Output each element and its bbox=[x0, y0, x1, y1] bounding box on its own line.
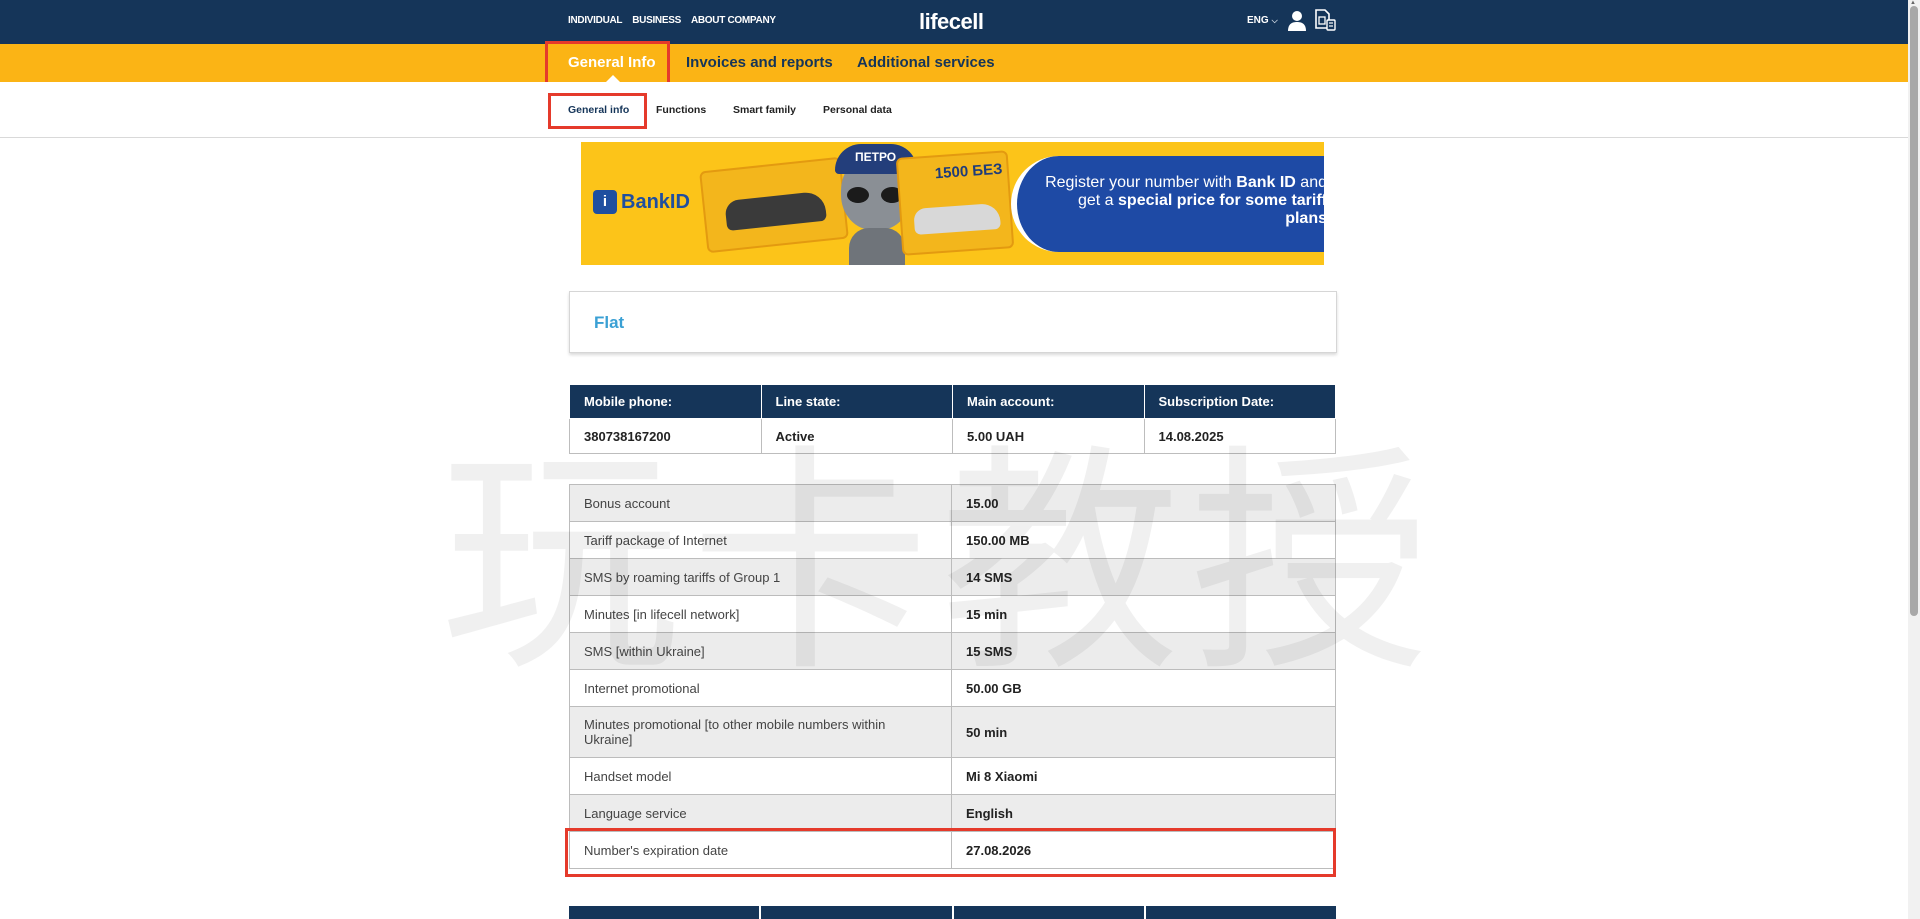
sub-nav-bar bbox=[0, 82, 1908, 138]
tab-additional-services[interactable]: Additional services bbox=[857, 44, 995, 82]
table-row: Bonus account 15.00 bbox=[569, 484, 1336, 522]
table-row: Minutes [in lifecell network] 15 min bbox=[569, 595, 1336, 633]
bankid-icon: i bbox=[593, 190, 617, 214]
user-icon[interactable] bbox=[1287, 10, 1307, 32]
balance-label: Language service bbox=[569, 794, 952, 832]
subscription-date-value: 14.08.2025 bbox=[1143, 418, 1336, 454]
balance-value: Mi 8 Xiaomi bbox=[951, 757, 1336, 795]
balance-value: 14 SMS bbox=[951, 558, 1336, 596]
expiration-date-label: Number's expiration date bbox=[569, 831, 952, 869]
table-row: 380738167200 Active 5.00 UAH 14.08.2025 bbox=[569, 418, 1336, 454]
table-row: Minutes promotional [to other mobile num… bbox=[569, 706, 1336, 758]
subtab-general-info[interactable]: General info bbox=[568, 104, 629, 116]
car-image-2 bbox=[913, 202, 1001, 235]
banner-promo-text-box: Register your number with Bank ID and ge… bbox=[1011, 156, 1324, 252]
balance-label: SMS [within Ukraine] bbox=[569, 632, 952, 670]
balance-label: SMS by roaming tariffs of Group 1 bbox=[569, 558, 952, 596]
balance-value: 15 min bbox=[951, 595, 1336, 633]
bankid-logo: i BankID bbox=[593, 190, 690, 214]
table-header-row: Mobile phone: Line state: Main account: … bbox=[569, 384, 1336, 419]
balance-value: English bbox=[951, 794, 1336, 832]
mobile-phone-value: 380738167200 bbox=[569, 418, 762, 454]
balance-label: Minutes [in lifecell network] bbox=[569, 595, 952, 633]
balance-label: Internet promotional bbox=[569, 669, 952, 707]
active-tab-caret bbox=[606, 75, 620, 82]
nav-individual-link[interactable]: INDIVIDUAL bbox=[568, 15, 623, 26]
table-row: Internet promotional 50.00 GB bbox=[569, 669, 1336, 707]
nav-business-link[interactable]: BUSINESS bbox=[632, 15, 681, 26]
next-table-header bbox=[569, 906, 1336, 919]
sim-card-image bbox=[699, 156, 849, 254]
header-line-state: Line state: bbox=[760, 384, 953, 419]
language-label: ENG bbox=[1247, 15, 1269, 26]
header-main-account: Main account: bbox=[952, 384, 1145, 419]
header-mobile-phone: Mobile phone: bbox=[569, 384, 762, 419]
expiration-date-value: 27.08.2026 bbox=[951, 831, 1336, 869]
header-subscription-date: Subscription Date: bbox=[1143, 384, 1336, 419]
balance-value: 50.00 GB bbox=[951, 669, 1336, 707]
subtab-smart-family[interactable]: Smart family bbox=[733, 104, 796, 116]
balances-table: Bonus account 15.00 Tariff package of Int… bbox=[569, 484, 1336, 869]
banner-promo-text: Register your number with Bank ID and ge… bbox=[1045, 174, 1324, 227]
tariff-name: Flat bbox=[594, 313, 625, 332]
balance-label: Handset model bbox=[569, 757, 952, 795]
car-image bbox=[724, 190, 827, 232]
balance-label: Bonus account bbox=[569, 484, 952, 522]
table-row: Language service English bbox=[569, 794, 1336, 832]
lifecell-logo[interactable]: lifecell bbox=[919, 9, 984, 35]
balance-label: Minutes promotional [to other mobile num… bbox=[569, 706, 952, 758]
scrollbar-thumb[interactable] bbox=[1910, 6, 1918, 616]
subtab-functions[interactable]: Functions bbox=[656, 104, 706, 116]
bankid-promo-banner[interactable]: i BankID ПЕТРО 1500 БЕЗ Register your nu… bbox=[581, 142, 1324, 265]
language-selector[interactable]: ENG ⌵ bbox=[1247, 15, 1278, 26]
table-row: SMS by roaming tariffs of Group 1 14 SMS bbox=[569, 558, 1336, 596]
sim-card-image-2: 1500 БЕЗ bbox=[895, 150, 1015, 256]
scroll-up-arrow-icon[interactable]: ▲ bbox=[1910, 0, 1916, 6]
nav-about-company-link[interactable]: ABOUT COMPANY bbox=[691, 15, 776, 26]
chevron-down-icon: ⌵ bbox=[1271, 16, 1278, 25]
tab-invoices-and-reports[interactable]: Invoices and reports bbox=[686, 44, 833, 82]
top-nav: INDIVIDUAL BUSINESS ABOUT COMPANY bbox=[568, 15, 776, 26]
expiration-date-row: Number's expiration date 27.08.2026 bbox=[569, 831, 1336, 869]
line-info-table: Mobile phone: Line state: Main account: … bbox=[569, 384, 1336, 454]
balance-value: 50 min bbox=[951, 706, 1336, 758]
table-row: Tariff package of Internet 150.00 MB bbox=[569, 521, 1336, 559]
balance-value: 15 SMS bbox=[951, 632, 1336, 670]
tariff-card: Flat bbox=[569, 291, 1337, 353]
line-state-value: Active bbox=[760, 418, 953, 454]
table-row: SMS [within Ukraine] 15 SMS bbox=[569, 632, 1336, 670]
table-row: Handset model Mi 8 Xiaomi bbox=[569, 757, 1336, 795]
sim-card-icon[interactable] bbox=[1313, 8, 1337, 32]
balance-value: 150.00 MB bbox=[951, 521, 1336, 559]
balance-value: 15.00 bbox=[951, 484, 1336, 522]
subtab-personal-data[interactable]: Personal data bbox=[823, 104, 892, 116]
main-account-value: 5.00 UAH bbox=[952, 418, 1145, 454]
balance-label: Tariff package of Internet bbox=[569, 521, 952, 559]
